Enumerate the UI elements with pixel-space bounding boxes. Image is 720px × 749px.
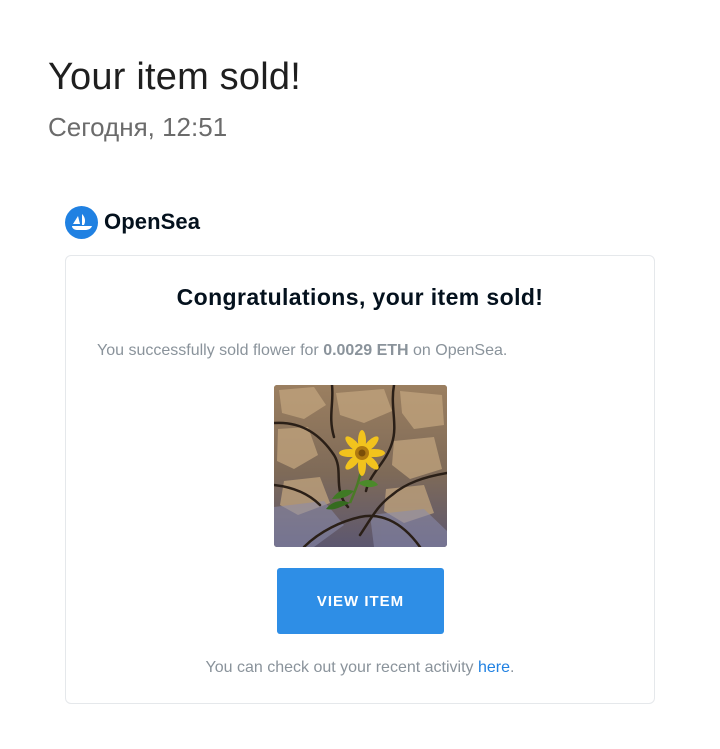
- opensea-ship-icon: [65, 205, 98, 239]
- sale-message: You successfully sold flower for 0.0029 …: [97, 342, 507, 360]
- sale-price: 0.0029 ETH: [323, 342, 409, 359]
- view-item-button[interactable]: VIEW ITEM: [277, 568, 444, 634]
- sale-notification-card: Congratulations, your item sold! You suc…: [65, 255, 655, 704]
- brand-name: OpenSea: [104, 209, 201, 234]
- sale-message-prefix: You successfully sold flower for: [97, 342, 324, 359]
- activity-suffix: .: [510, 659, 515, 676]
- opensea-brand: OpenSea: [65, 205, 200, 239]
- email-subject: Your item sold!: [48, 56, 301, 98]
- sale-message-suffix: on OpenSea.: [408, 342, 508, 359]
- card-title: Congratulations, your item sold!: [176, 284, 544, 310]
- activity-here-link[interactable]: here: [478, 659, 510, 676]
- recent-activity-line: You can check out your recent activity h…: [66, 659, 654, 677]
- email-date: Сегодня, 12:51: [48, 112, 228, 142]
- activity-text: You can check out your recent activity: [205, 659, 478, 676]
- nft-item-image[interactable]: [274, 385, 447, 547]
